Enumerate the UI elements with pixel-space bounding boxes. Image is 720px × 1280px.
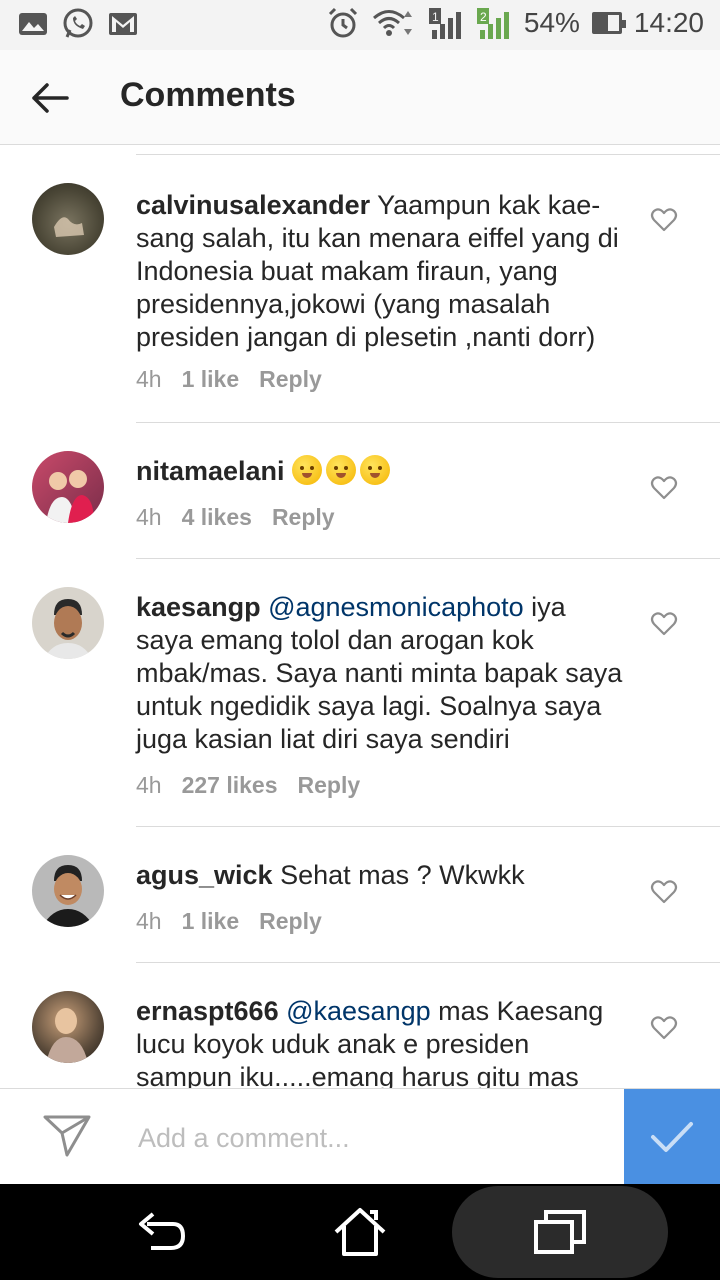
- avatar[interactable]: [32, 183, 104, 255]
- checkmark-icon: [651, 1122, 693, 1152]
- reply-button[interactable]: Reply: [298, 772, 361, 799]
- comments-list[interactable]: calvinusalexander Yaampun kak kae-sang s…: [0, 145, 720, 1088]
- comment-meta: 4h 1 like Reply: [136, 366, 322, 393]
- battery-level-fill: [594, 15, 608, 31]
- avatar[interactable]: [32, 855, 104, 927]
- svg-text:2: 2: [480, 10, 487, 24]
- avatar-photo: [54, 217, 84, 237]
- divider: [136, 962, 720, 963]
- page-title: Comments: [120, 76, 296, 114]
- nav-home-button[interactable]: [330, 1202, 390, 1262]
- alarm-icon: [328, 7, 357, 38]
- comment-body: Sehat mas ? Wkwkk: [280, 860, 525, 890]
- emoji-icon: [292, 455, 323, 485]
- comment-text: nitamaelani: [136, 455, 626, 488]
- comment-time: 4h: [136, 908, 162, 934]
- back-arrow-icon: [139, 1212, 186, 1250]
- comment-meta: 4h 1 like Reply: [136, 908, 322, 935]
- gallery-icon: [19, 13, 47, 35]
- battery-percent: 54%: [523, 7, 580, 38]
- app-header: Comments: [0, 50, 720, 145]
- svg-text:1: 1: [432, 10, 439, 24]
- avatar[interactable]: [32, 587, 104, 659]
- post-comment-button[interactable]: [624, 1089, 720, 1185]
- comment-likes[interactable]: 1 like: [182, 366, 240, 393]
- heart-icon[interactable]: [650, 878, 678, 906]
- comment-text: calvinusalexander Yaampun kak kae-sang s…: [136, 189, 626, 354]
- add-comment-bar: [0, 1088, 720, 1185]
- comment-username[interactable]: calvinusalexander: [136, 190, 370, 220]
- comment-likes[interactable]: 227 likes: [182, 772, 278, 799]
- comment-likes[interactable]: 4 likes: [182, 504, 252, 531]
- arrow-left-icon: [32, 83, 69, 113]
- reply-button[interactable]: Reply: [259, 908, 322, 935]
- reply-button[interactable]: Reply: [259, 366, 322, 393]
- heart-icon[interactable]: [650, 1014, 678, 1042]
- comment-username[interactable]: nitamaelani: [136, 456, 285, 486]
- comment-likes[interactable]: 1 like: [182, 908, 240, 935]
- avatar-photo: [42, 865, 94, 927]
- comment-mention[interactable]: @agnesmonicaphoto: [268, 592, 524, 622]
- comment-input[interactable]: [136, 1115, 610, 1161]
- emoji-icon: [360, 455, 391, 485]
- whatsapp-icon: [63, 8, 93, 38]
- heart-icon[interactable]: [650, 206, 678, 234]
- clock: 14:20: [633, 7, 704, 38]
- nav-back-button[interactable]: [130, 1202, 190, 1262]
- comment-username[interactable]: agus_wick: [136, 860, 273, 890]
- signal-1-icon: 1: [428, 8, 461, 39]
- divider: [136, 558, 720, 559]
- avatar-photo: [46, 470, 94, 523]
- gmail-icon: [109, 13, 137, 35]
- divider: [136, 826, 720, 827]
- battery-icon: [591, 12, 626, 34]
- reply-button[interactable]: Reply: [272, 504, 335, 531]
- comment-mention[interactable]: @kaesangp: [286, 996, 431, 1026]
- home-icon: [334, 1208, 386, 1256]
- comment-time: 4h: [136, 504, 162, 530]
- comment-text: kaesangp @agnesmonicaphoto iya saya eman…: [136, 591, 626, 756]
- comment-text: ernaspt666 @kaesangp mas Kaesang lucu ko…: [136, 995, 626, 1088]
- direct-send-icon[interactable]: [42, 1113, 92, 1159]
- divider: [136, 422, 720, 423]
- comment-time: 4h: [136, 772, 162, 798]
- heart-icon[interactable]: [650, 474, 678, 502]
- comment-time: 4h: [136, 366, 162, 392]
- comment-meta: 4h 4 likes Reply: [136, 504, 335, 531]
- recents-icon: [534, 1210, 586, 1254]
- emoji-icon: [326, 455, 357, 485]
- nav-recents-button[interactable]: [530, 1202, 590, 1262]
- avatar[interactable]: [32, 451, 104, 523]
- status-bar: 1 2 54% 14:20: [0, 0, 720, 50]
- avatar[interactable]: [32, 991, 104, 1063]
- heart-icon[interactable]: [650, 610, 678, 638]
- back-button[interactable]: [24, 72, 76, 124]
- wifi-icon: [372, 10, 412, 36]
- comment-username[interactable]: kaesangp: [136, 592, 261, 622]
- emoji-group: [292, 455, 394, 486]
- system-nav-bar: [0, 1184, 720, 1280]
- comment-username[interactable]: ernaspt666: [136, 996, 279, 1026]
- divider: [136, 154, 720, 155]
- avatar-photo: [44, 599, 92, 659]
- comment-text: agus_wick Sehat mas ? Wkwkk: [136, 859, 626, 892]
- signal-2-icon: 2: [476, 8, 509, 39]
- avatar-photo: [46, 1008, 88, 1063]
- comment-meta: 4h 227 likes Reply: [136, 772, 360, 799]
